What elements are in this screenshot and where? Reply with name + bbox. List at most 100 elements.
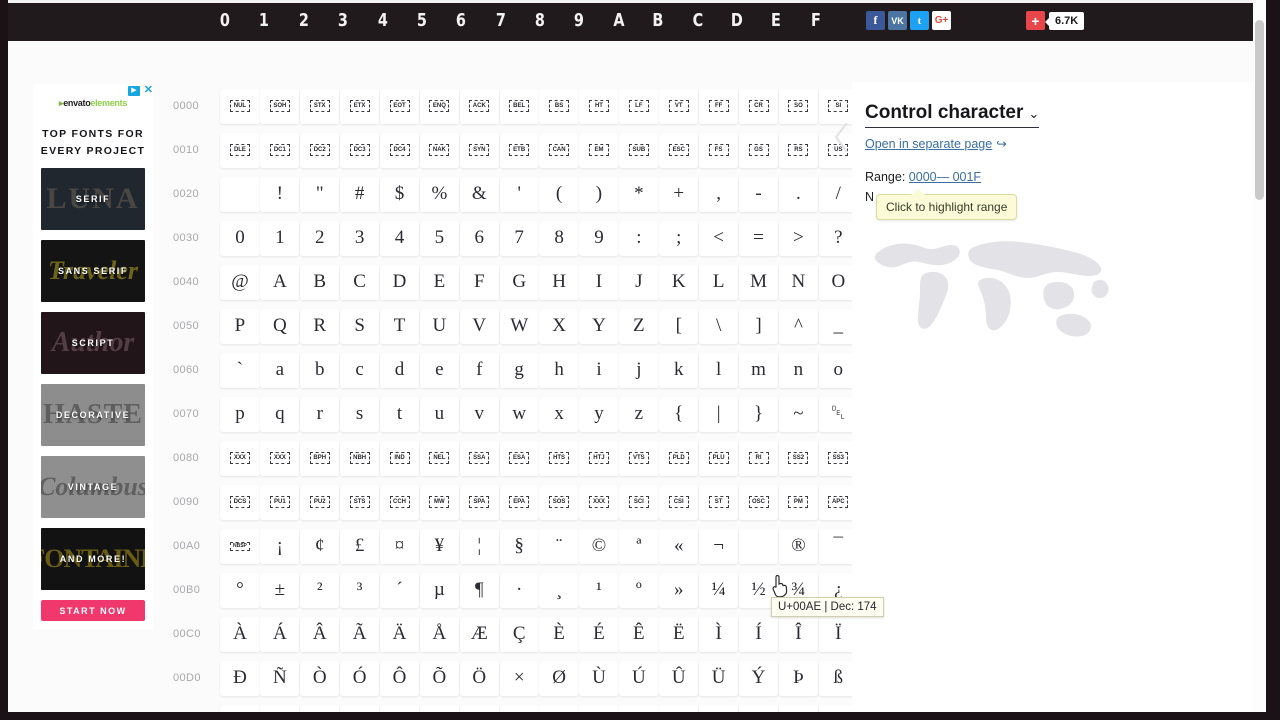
char-cell[interactable]: Á bbox=[260, 616, 300, 652]
ad-container[interactable]: ▸envatoelements ▶ ✕ TOP FONTS FOR EVERY … bbox=[33, 84, 153, 629]
char-cell[interactable]: 5 bbox=[419, 220, 460, 256]
char-cell[interactable]: C bbox=[339, 264, 380, 300]
char-cell[interactable]: PLU bbox=[698, 440, 739, 476]
char-cell[interactable]: ¼ bbox=[698, 572, 739, 608]
char-cell[interactable]: STS bbox=[339, 484, 380, 520]
char-cell[interactable]: · bbox=[499, 572, 539, 608]
char-cell[interactable]: ST bbox=[698, 484, 739, 520]
char-cell[interactable]: G bbox=[499, 264, 539, 300]
char-cell[interactable]: XXX bbox=[579, 484, 619, 520]
char-cell[interactable]: MW bbox=[419, 484, 460, 520]
char-cell[interactable]: U bbox=[419, 308, 460, 344]
char-cell[interactable]: x bbox=[539, 396, 579, 432]
char-cell[interactable]: j bbox=[619, 352, 659, 388]
char-cell[interactable]: v bbox=[459, 396, 499, 432]
ad-card-and-more[interactable]: FONTAINEAND MORE! bbox=[41, 528, 145, 590]
char-cell[interactable]: ~ bbox=[778, 396, 819, 432]
char-cell[interactable]: \ bbox=[698, 308, 739, 344]
char-cell[interactable]: ¶ bbox=[459, 572, 499, 608]
char-cell[interactable]: B bbox=[300, 264, 340, 300]
char-cell[interactable]: XXX bbox=[260, 440, 300, 476]
hex-column-B[interactable]: B bbox=[642, 0, 674, 41]
google-plus-icon[interactable]: G+ bbox=[932, 11, 951, 30]
char-cell[interactable]: ´ bbox=[379, 572, 420, 608]
char-cell[interactable]: Ê bbox=[619, 616, 659, 652]
char-cell[interactable]: n bbox=[778, 352, 819, 388]
char-cell[interactable]: 1 bbox=[260, 220, 300, 256]
char-cell[interactable]: ETX bbox=[339, 88, 380, 124]
char-cell[interactable]: XXX bbox=[220, 440, 260, 476]
hex-column-8[interactable]: 8 bbox=[524, 0, 556, 41]
char-cell[interactable]: X bbox=[539, 308, 579, 344]
char-cell[interactable]: RS bbox=[778, 132, 819, 168]
char-cell[interactable]: " bbox=[300, 176, 340, 212]
start-now-button[interactable]: START NOW bbox=[41, 600, 145, 621]
char-cell[interactable]: PM bbox=[778, 484, 819, 520]
char-cell[interactable]: e bbox=[419, 352, 460, 388]
char-cell[interactable]: STX bbox=[300, 88, 340, 124]
char-cell[interactable]: ; bbox=[659, 220, 699, 256]
char-cell[interactable]: ETB bbox=[499, 132, 539, 168]
char-cell[interactable]: BS bbox=[539, 88, 579, 124]
char-cell[interactable]: DC1 bbox=[260, 132, 300, 168]
char-cell[interactable]: ACK bbox=[459, 88, 499, 124]
char-cell[interactable]: NUL bbox=[220, 88, 260, 124]
hex-column-A[interactable]: A bbox=[603, 0, 635, 41]
char-cell[interactable]: } bbox=[738, 396, 779, 432]
range-value-link[interactable]: 0000— 001F bbox=[909, 170, 981, 184]
char-cell[interactable]: ° bbox=[220, 572, 260, 608]
char-cell[interactable]: # bbox=[339, 176, 380, 212]
char-cell[interactable]: EOT bbox=[379, 88, 420, 124]
char-cell[interactable]: 7 bbox=[499, 220, 539, 256]
char-cell[interactable]: M bbox=[738, 264, 779, 300]
char-cell[interactable]: É bbox=[579, 616, 619, 652]
char-cell[interactable]: HTS bbox=[539, 440, 579, 476]
hex-column-6[interactable]: 6 bbox=[445, 0, 477, 41]
char-cell[interactable]: SPA bbox=[459, 484, 499, 520]
char-cell[interactable]: P bbox=[220, 308, 260, 344]
hex-column-3[interactable]: 3 bbox=[327, 0, 359, 41]
char-cell[interactable]: Â bbox=[300, 616, 340, 652]
char-cell[interactable] bbox=[738, 528, 779, 564]
char-cell[interactable]: × bbox=[499, 660, 539, 696]
char-cell[interactable]: ^ bbox=[778, 308, 819, 344]
char-cell[interactable]: ( bbox=[539, 176, 579, 212]
char-cell[interactable]: Ö bbox=[459, 660, 499, 696]
char-cell[interactable]: HTJ bbox=[579, 440, 619, 476]
char-cell[interactable]: W bbox=[499, 308, 539, 344]
char-cell[interactable]: Y bbox=[579, 308, 619, 344]
char-cell[interactable]: l bbox=[698, 352, 739, 388]
char-cell[interactable]: ¨ bbox=[539, 528, 579, 564]
chevron-down-icon[interactable]: ⌄ bbox=[1028, 106, 1039, 121]
hex-column-2[interactable]: 2 bbox=[288, 0, 320, 41]
char-cell[interactable]: Ý bbox=[738, 660, 779, 696]
char-cell[interactable]: T bbox=[379, 308, 420, 344]
hex-column-1[interactable]: 1 bbox=[248, 0, 280, 41]
char-cell[interactable]: i bbox=[579, 352, 619, 388]
hex-column-D[interactable]: D bbox=[721, 0, 753, 41]
char-cell[interactable]: HT bbox=[579, 88, 619, 124]
char-cell[interactable]: LF bbox=[619, 88, 659, 124]
char-cell[interactable]: Õ bbox=[419, 660, 460, 696]
share-widget[interactable]: + 6.7K bbox=[1026, 11, 1085, 30]
char-cell[interactable]: SO bbox=[778, 88, 819, 124]
hex-column-C[interactable]: C bbox=[681, 0, 713, 41]
char-cell[interactable]: 4 bbox=[379, 220, 420, 256]
char-cell[interactable]: D bbox=[379, 264, 420, 300]
char-cell[interactable]: N bbox=[778, 264, 819, 300]
char-cell[interactable]: £ bbox=[339, 528, 380, 564]
char-cell[interactable]: Ã bbox=[339, 616, 380, 652]
adchoices-icon[interactable]: ▶ bbox=[128, 86, 140, 96]
char-cell[interactable]: + bbox=[659, 176, 699, 212]
char-cell[interactable]: SS2 bbox=[778, 440, 819, 476]
char-cell[interactable]: µ bbox=[419, 572, 460, 608]
char-cell[interactable]: Ô bbox=[379, 660, 420, 696]
char-cell[interactable]: ` bbox=[220, 352, 260, 388]
hex-column-5[interactable]: 5 bbox=[406, 0, 438, 41]
char-cell[interactable]: p bbox=[220, 396, 260, 432]
char-cell[interactable]: « bbox=[659, 528, 699, 564]
char-cell[interactable]: Ò bbox=[300, 660, 340, 696]
char-cell[interactable]: Ç bbox=[499, 616, 539, 652]
char-cell[interactable]: À bbox=[220, 616, 260, 652]
char-cell[interactable]: BEL bbox=[499, 88, 539, 124]
